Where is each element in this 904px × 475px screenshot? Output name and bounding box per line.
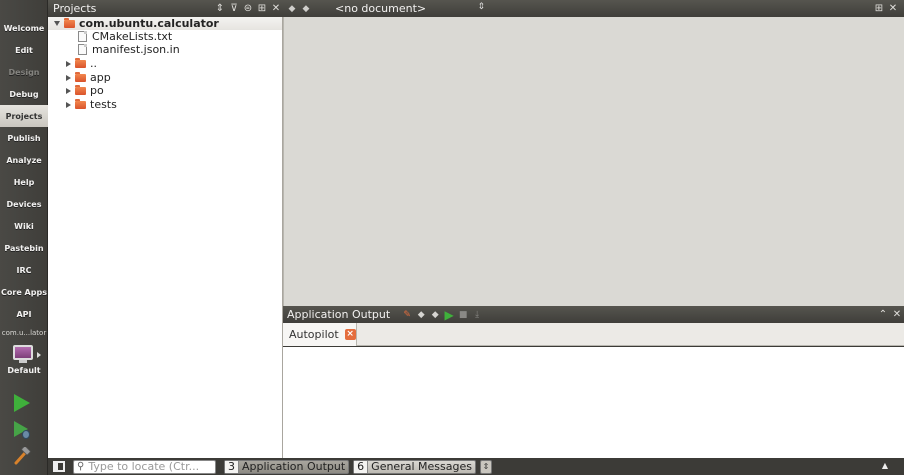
mode-analyze[interactable]: Analyze — [0, 149, 48, 171]
kit-config-label: Default — [7, 366, 41, 375]
tree-label: po — [90, 84, 104, 97]
projects-pane-header: Projects ⇕ ⊽ ⊜ ⊞ ✕ — [48, 0, 283, 17]
project-folder-icon — [64, 17, 75, 28]
mode-edit[interactable]: Edit — [0, 39, 48, 61]
button-label: Application Output — [242, 460, 346, 473]
folder-icon — [75, 84, 86, 95]
output-pane-title: Application Output — [287, 308, 391, 321]
more-panes-icon[interactable]: ⇕ — [479, 459, 492, 474]
kit-expand-arrow-icon[interactable] — [37, 352, 41, 358]
button-number: 6 — [354, 460, 369, 473]
mode-core-apps[interactable]: Core Apps — [0, 281, 48, 303]
output-text-area[interactable] — [283, 347, 904, 458]
tree-label: CMakeLists.txt — [92, 30, 173, 43]
document-label: <no document> — [335, 2, 427, 15]
kit-monitor-stand — [19, 360, 27, 363]
mode-devices[interactable]: Devices — [0, 193, 48, 215]
expand-arrow-icon[interactable] — [66, 60, 71, 67]
mode-help[interactable]: Help — [0, 171, 48, 193]
editor-area[interactable] — [283, 17, 904, 306]
tree-row-file[interactable]: manifest.json.in — [78, 43, 180, 56]
chevron-up-icon[interactable]: ▲ — [882, 461, 888, 470]
maximize-icon[interactable]: ⌃ — [876, 309, 890, 320]
close-tab-icon[interactable]: × — [344, 329, 356, 340]
tree-row-folder[interactable]: app — [66, 71, 111, 84]
stop-icon[interactable]: ■ — [456, 310, 470, 320]
status-bar: ⚲ Type to locate (Ctr... 3 Application O… — [48, 458, 904, 475]
file-icon — [78, 31, 87, 42]
mode-irc[interactable]: IRC — [0, 259, 48, 281]
expand-arrow-icon[interactable] — [54, 21, 60, 26]
mode-bar: Welcome Edit Design Debug Projects Publi… — [0, 0, 48, 475]
document-selector[interactable]: <no document> ⇕ — [335, 2, 485, 15]
run-button[interactable] — [14, 394, 30, 412]
forward-arrow-icon[interactable]: ◆ — [299, 4, 313, 14]
expand-arrow-icon[interactable] — [66, 74, 71, 81]
tab-label: Autopilot — [289, 328, 339, 341]
next-item-icon[interactable]: ◆ — [428, 310, 442, 320]
tree-row-root[interactable]: com.ubuntu.calculator — [48, 17, 282, 30]
tree-row-file[interactable]: CMakeLists.txt — [78, 30, 172, 43]
tree-label: tests — [90, 98, 117, 111]
toggle-sidebar-icon[interactable] — [53, 461, 65, 472]
tree-row-folder[interactable]: po — [66, 84, 104, 97]
tab-autopilot[interactable]: Autopilot × — [283, 323, 357, 346]
expand-arrow-icon[interactable] — [66, 87, 71, 94]
tree-row-folder[interactable]: .. — [66, 57, 97, 70]
rerun-icon[interactable]: ▶ — [442, 308, 456, 322]
view-chooser-icon[interactable]: ⇕ — [213, 3, 227, 14]
mode-welcome[interactable]: Welcome — [0, 17, 48, 39]
mode-publish[interactable]: Publish — [0, 127, 48, 149]
locator-input[interactable]: ⚲ Type to locate (Ctr... — [73, 459, 216, 474]
attach-debugger-icon[interactable]: ⤓ — [470, 310, 484, 320]
button-number: 3 — [225, 460, 239, 473]
project-tree: com.ubuntu.calculator CMakeLists.txt man… — [48, 17, 283, 458]
mode-api[interactable]: API — [0, 303, 48, 325]
prev-item-icon[interactable]: ◆ — [414, 310, 428, 320]
folder-icon — [75, 98, 86, 109]
sync-link-icon[interactable]: ⊜ — [241, 3, 255, 14]
output-pane-header: Application Output ✎ ◆ ◆ ▶ ■ ⤓ ⌃ ✕ — [283, 306, 904, 323]
dropdown-arrows-icon: ⇕ — [477, 2, 485, 12]
folder-icon — [75, 57, 86, 68]
output-tab-bar: Autopilot × — [283, 323, 904, 346]
projects-pane-title[interactable]: Projects — [48, 2, 213, 15]
tree-row-folder[interactable]: tests — [66, 98, 117, 111]
tree-label: manifest.json.in — [92, 43, 180, 56]
build-hammer-icon[interactable] — [13, 447, 31, 465]
mode-pastebin[interactable]: Pastebin — [0, 237, 48, 259]
mode-wiki[interactable]: Wiki — [0, 215, 48, 237]
expand-arrow-icon[interactable] — [66, 101, 71, 108]
split-icon[interactable]: ⊞ — [255, 3, 269, 14]
mode-debug[interactable]: Debug — [0, 83, 48, 105]
clear-output-icon[interactable]: ✎ — [400, 310, 414, 320]
application-output-button[interactable]: 3 Application Output — [224, 459, 350, 474]
close-icon[interactable]: ✕ — [269, 3, 283, 14]
close-icon[interactable]: ✕ — [886, 3, 900, 14]
search-icon: ⚲ — [77, 461, 85, 472]
tree-label: .. — [90, 57, 97, 70]
kit-project-label: com.u...lator — [1, 329, 47, 337]
tree-label: com.ubuntu.calculator — [79, 17, 219, 30]
locator-placeholder: Type to locate (Ctr... — [88, 460, 200, 473]
bug-icon — [22, 430, 30, 439]
kit-selector-icon[interactable] — [13, 345, 33, 360]
back-arrow-icon[interactable]: ◆ — [285, 4, 299, 14]
mode-design: Design — [8, 67, 40, 77]
mode-projects[interactable]: Projects — [0, 105, 48, 127]
folder-icon — [75, 71, 86, 82]
filter-icon[interactable]: ⊽ — [227, 3, 241, 14]
button-label: General Messages — [371, 460, 472, 473]
split-icon[interactable]: ⊞ — [872, 3, 886, 14]
tree-label: app — [90, 71, 111, 84]
general-messages-button[interactable]: 6 General Messages — [353, 459, 476, 474]
editor-toolbar: ◆ ◆ <no document> ⇕ ⊞ ✕ — [283, 0, 904, 17]
close-icon[interactable]: ✕ — [890, 309, 904, 320]
file-icon — [78, 44, 87, 55]
